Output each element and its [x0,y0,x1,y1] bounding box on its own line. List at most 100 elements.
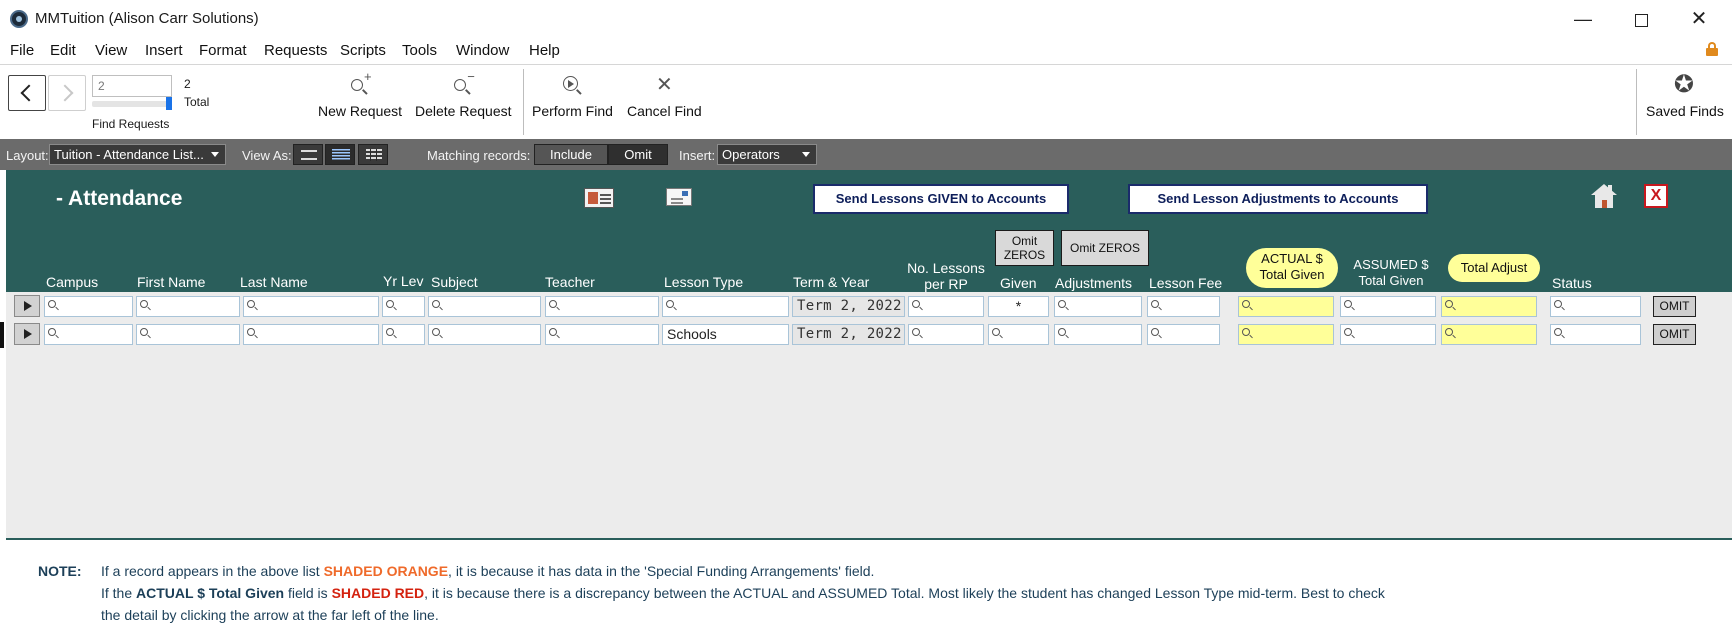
lock-icon[interactable] [1706,42,1718,56]
close-layout-button[interactable]: X [1644,184,1668,208]
menu-requests[interactable]: Requests [264,42,327,59]
send-lessons-given-button[interactable]: Send Lessons GIVEN to Accounts [813,184,1069,214]
cancel-find-button[interactable]: ✕ Cancel Find [627,73,702,119]
include-toggle[interactable]: Include [534,144,608,165]
row-detail-arrow-icon[interactable] [14,295,40,317]
previous-request-button[interactable] [8,75,46,111]
col-header-actual-line1: ACTUAL $ [1261,251,1323,266]
find-icon [549,328,557,336]
saved-finds-button[interactable]: ✪ Saved Finds [1646,73,1724,120]
menu-insert[interactable]: Insert [145,42,183,59]
active-row-marker [0,322,4,348]
menu-file[interactable]: File [10,42,34,59]
next-request-button[interactable] [48,75,86,111]
teacher-field[interactable] [545,324,659,345]
col-header-total-adjust: Total Adjust [1448,254,1540,282]
term-year-field[interactable]: Term 2, 2022 [792,324,905,345]
minimize-button[interactable]: — [1560,4,1606,34]
find-icon [1445,300,1453,308]
lesson-type-field[interactable] [662,296,789,317]
menu-edit[interactable]: Edit [50,42,76,59]
find-icon [1242,300,1250,308]
no-lessons-field[interactable] [908,296,984,317]
request-slider[interactable] [92,97,172,110]
col-header-given: Given [1000,275,1037,291]
col-header-subject: Subject [431,274,478,290]
omit-zeros-adjustments-button[interactable]: Omit ZEROS [1061,230,1149,266]
yr-lev-field[interactable] [382,324,425,345]
request-count: 2 [184,77,191,91]
view-as-table-button[interactable] [358,144,388,165]
assumed-total-field[interactable] [1340,324,1436,345]
view-as-list-button[interactable] [325,144,355,165]
slider-thumb[interactable] [166,97,172,110]
omit-row-button[interactable]: OMIT [1653,324,1696,345]
list-view-icon [332,149,350,161]
find-icon [432,300,440,308]
maximize-button[interactable] [1618,4,1664,34]
layout-label: Layout: [6,148,49,163]
actual-total-field[interactable] [1238,296,1334,317]
term-year-field[interactable]: Term 2, 2022 [792,296,905,317]
campus-field[interactable] [44,324,133,345]
view-as-form-button[interactable] [293,144,323,165]
insert-operators-select[interactable]: Operators [717,144,817,165]
col-header-adjustments: Adjustments [1055,275,1133,291]
omit-zeros-given-button[interactable]: Omit ZEROS [995,230,1054,266]
total-adjust-field[interactable] [1441,296,1537,317]
menu-window[interactable]: Window [456,42,509,59]
send-lesson-adjustments-button[interactable]: Send Lesson Adjustments to Accounts [1128,184,1428,214]
adjustments-field[interactable] [1054,296,1142,317]
menu-help[interactable]: Help [529,42,560,59]
total-adjust-field[interactable] [1441,324,1537,345]
col-header-no-lessons: No. Lessons per RP [906,260,986,292]
close-window-button[interactable]: ✕ [1676,4,1722,34]
layout-bar: Layout: Tuition - Attendance List... Vie… [0,139,1732,170]
page-title: - Attendance [56,187,183,210]
actual-total-field[interactable] [1238,324,1334,345]
campus-field[interactable] [44,296,133,317]
view-as-label: View As: [242,148,292,163]
notes-panel: NOTE: If a record appears in the above l… [6,538,1732,635]
assumed-total-field[interactable] [1340,296,1436,317]
subject-field[interactable] [428,296,541,317]
menu-scripts[interactable]: Scripts [340,42,386,59]
lesson-fee-field[interactable] [1147,324,1220,345]
current-request-input[interactable] [92,75,172,97]
status-field[interactable] [1550,296,1641,317]
note-actual-total: ACTUAL $ Total Given [136,585,285,601]
omit-row-button[interactable]: OMIT [1653,296,1696,317]
list-row: Term 2, 2022 * OMIT [6,292,1732,320]
given-field[interactable]: * [988,296,1049,317]
menu-view[interactable]: View [95,42,127,59]
menu-tools[interactable]: Tools [402,42,437,59]
no-lessons-field[interactable] [908,324,984,345]
find-icon [912,328,920,336]
teacher-field[interactable] [545,296,659,317]
envelope-icon[interactable] [666,188,692,206]
find-icon [666,300,674,308]
note-line-3: the detail by clicking the arrow at the … [101,607,439,623]
col-header-yr-lev: Yr Lev [383,273,424,289]
home-icon[interactable] [1591,184,1617,210]
contact-card-icon[interactable] [584,188,614,208]
delete-request-button[interactable]: − Delete Request [415,70,512,119]
find-icon [1344,300,1352,308]
last-name-field[interactable] [243,324,379,345]
layout-select[interactable]: Tuition - Attendance List... [49,144,226,165]
adjustments-field[interactable] [1054,324,1142,345]
omit-toggle[interactable]: Omit [608,144,668,165]
yr-lev-field[interactable] [382,296,425,317]
subject-field[interactable] [428,324,541,345]
row-detail-arrow-icon[interactable] [14,323,40,345]
lesson-fee-field[interactable] [1147,296,1220,317]
last-name-field[interactable] [243,296,379,317]
menu-format[interactable]: Format [199,42,247,59]
first-name-field[interactable] [136,324,240,345]
status-field[interactable] [1550,324,1641,345]
first-name-field[interactable] [136,296,240,317]
given-field[interactable] [988,324,1049,345]
perform-find-button[interactable]: Perform Find [532,73,613,119]
new-request-button[interactable]: + New Request [318,70,402,119]
lesson-type-field[interactable]: Schools [662,324,789,345]
